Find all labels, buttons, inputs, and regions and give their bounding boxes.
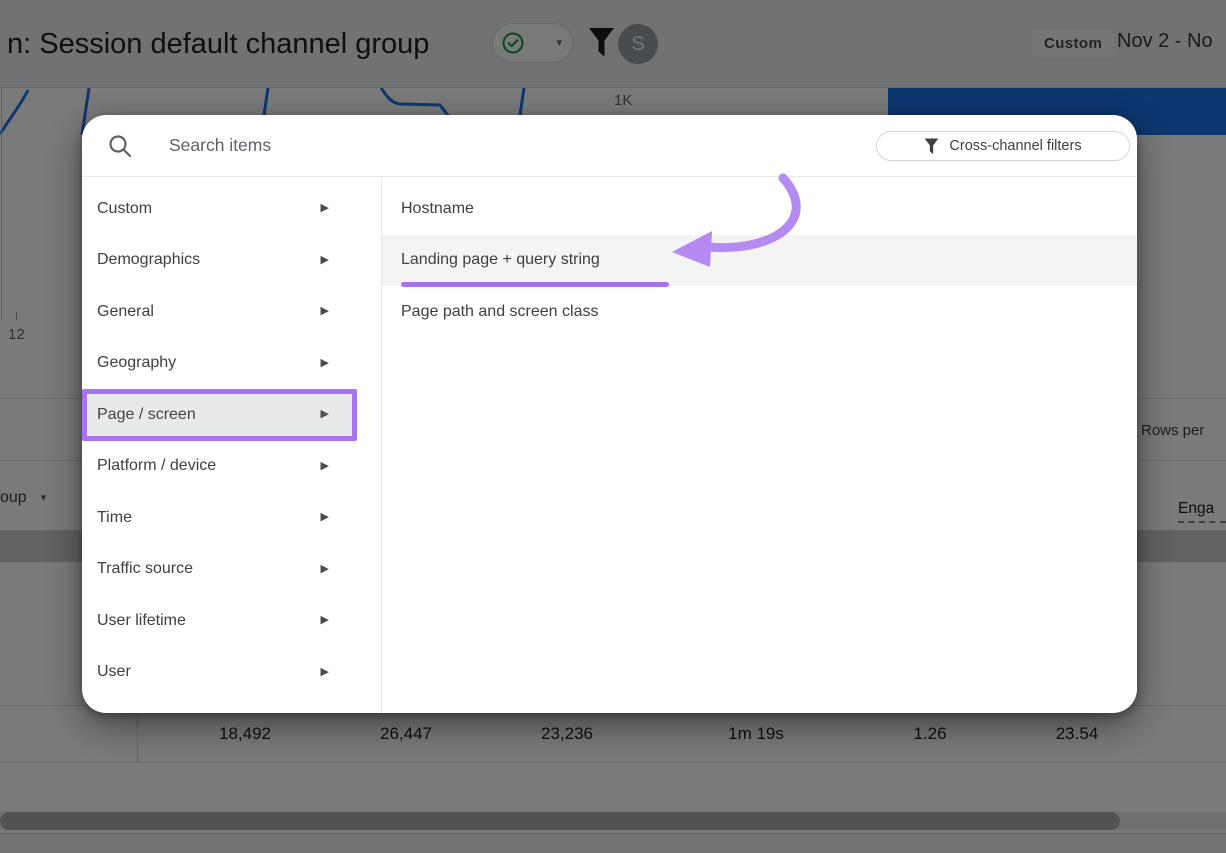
screenshot-root: n: Session default channel group ▾ S Cus… [0, 0, 1226, 853]
chevron-right-icon: ▶ [321, 564, 329, 575]
dimension-column: Hostname Landing page + query string Pag… [382, 178, 1137, 713]
dimension-label: Page path and screen class [401, 303, 598, 321]
chevron-right-icon: ▶ [321, 461, 329, 472]
category-custom[interactable]: Custom ▶ [82, 183, 381, 235]
category-label: User [97, 663, 131, 681]
dialog-search-header: Cross-channel filters [82, 115, 1137, 177]
category-label: Demographics [97, 251, 200, 269]
chevron-right-icon: ▶ [321, 512, 329, 523]
category-column: Custom ▶ Demographics ▶ General ▶ Geogra… [82, 178, 382, 713]
category-time[interactable]: Time ▶ [82, 492, 381, 544]
category-label: Platform / device [97, 457, 216, 475]
category-page-screen[interactable]: Page / screen ▶ [82, 389, 381, 441]
dialog-body: Custom ▶ Demographics ▶ General ▶ Geogra… [82, 178, 1137, 713]
category-label: Time [97, 509, 132, 527]
chevron-right-icon: ▶ [321, 255, 329, 266]
search-input[interactable] [167, 134, 727, 157]
dimension-landing-page-query-string[interactable]: Landing page + query string [382, 235, 1137, 287]
category-label: User lifetime [97, 612, 186, 630]
chevron-right-icon: ▶ [321, 306, 329, 317]
chevron-right-icon: ▶ [321, 203, 329, 214]
filters-button-label: Cross-channel filters [949, 138, 1081, 154]
search-icon [107, 133, 133, 159]
category-user-lifetime[interactable]: User lifetime ▶ [82, 595, 381, 647]
category-geography[interactable]: Geography ▶ [82, 338, 381, 390]
category-platform-device[interactable]: Platform / device ▶ [82, 441, 381, 493]
category-traffic-source[interactable]: Traffic source ▶ [82, 544, 381, 596]
category-user[interactable]: User ▶ [82, 647, 381, 699]
category-label: Geography [97, 354, 176, 372]
category-general[interactable]: General ▶ [82, 286, 381, 338]
chevron-right-icon: ▶ [321, 615, 329, 626]
dimension-picker-dialog: Cross-channel filters Custom ▶ Demograph… [82, 115, 1137, 713]
category-label: Page / screen [97, 406, 196, 424]
category-label: General [97, 303, 154, 321]
category-demographics[interactable]: Demographics ▶ [82, 235, 381, 287]
chevron-right-icon: ▶ [321, 667, 329, 678]
dimension-page-path-screen-class[interactable]: Page path and screen class [382, 286, 1137, 338]
category-label: Traffic source [97, 560, 193, 578]
dimension-label: Landing page + query string [401, 251, 600, 269]
chevron-right-icon: ▶ [321, 358, 329, 369]
dimension-label: Hostname [401, 200, 474, 218]
chevron-right-icon: ▶ [321, 409, 329, 420]
filter-icon [924, 138, 939, 155]
cross-channel-filters-button[interactable]: Cross-channel filters [876, 131, 1130, 161]
category-label: Custom [97, 200, 152, 218]
dimension-hostname[interactable]: Hostname [382, 183, 1137, 235]
